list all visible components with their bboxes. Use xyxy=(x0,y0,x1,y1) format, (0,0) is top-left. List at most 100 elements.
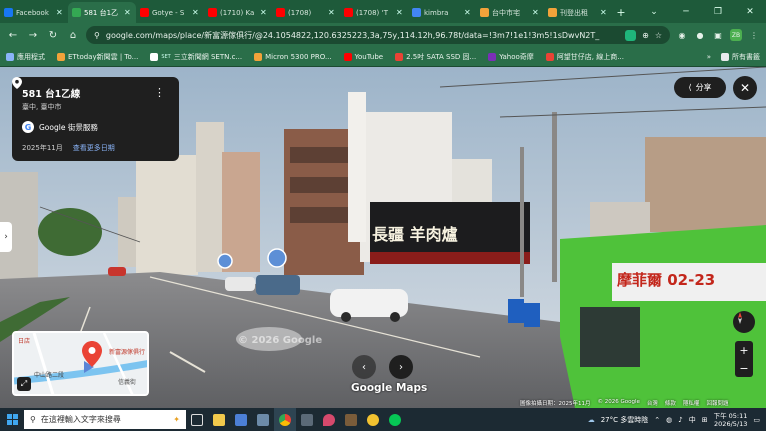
new-tab-button[interactable]: + xyxy=(612,2,630,23)
zoom-in-button[interactable]: + xyxy=(739,344,748,357)
browser-tab[interactable]: 刊登出租 ✕ xyxy=(544,2,612,23)
all-bookmarks-label: 所有書籤 xyxy=(732,52,760,61)
tab-close-icon[interactable]: ✕ xyxy=(328,8,336,17)
weather-text[interactable]: 27°C 多雲時陰 xyxy=(601,415,649,425)
tab-close-icon[interactable]: ✕ xyxy=(192,8,200,17)
tab-close-icon[interactable]: ✕ xyxy=(464,8,472,17)
close-window-button[interactable]: ✕ xyxy=(734,0,766,23)
extension-2-icon[interactable]: ● xyxy=(694,29,706,41)
bookmark-label: 應用程式 xyxy=(17,52,45,61)
all-bookmarks-button[interactable]: 所有書籤 xyxy=(721,52,760,62)
bookmark-item[interactable]: Yahoo奇摩 xyxy=(488,52,534,62)
next-arrow-button[interactable]: › xyxy=(389,355,413,379)
reload-button[interactable]: ↻ xyxy=(46,30,60,41)
minimap-expand-icon[interactable]: ⤢ xyxy=(17,377,31,391)
notifications-icon[interactable]: ▭ xyxy=(753,416,760,424)
extension-1-icon[interactable]: ◉ xyxy=(676,29,688,41)
media-app-icon[interactable] xyxy=(340,408,362,431)
site-info-icon[interactable]: ⚲ xyxy=(94,31,100,40)
browser-menu-icon[interactable]: ⋮ xyxy=(748,29,760,41)
expand-side-panel-button[interactable]: › xyxy=(0,222,12,252)
bookmark-item[interactable]: SET 三立新聞網 SETN.c... xyxy=(150,52,242,62)
tab-close-icon[interactable]: ✕ xyxy=(532,8,540,17)
browser-tab[interactable]: (1708) ‘T ✕ xyxy=(340,2,408,23)
taskbar-search-box[interactable]: ⚲ 在這裡輸入文字來搜尋 ✦ xyxy=(24,410,186,429)
zoom-out-button[interactable]: − xyxy=(739,362,748,375)
minimap-label-top: 日店 xyxy=(18,338,31,345)
minimap-place-label: 新富源傢俱行 xyxy=(109,349,146,356)
profile-avatar[interactable]: ZB xyxy=(730,29,742,41)
start-button[interactable] xyxy=(0,408,24,431)
bookmark-item[interactable]: Micron 5300 PRO... xyxy=(254,52,332,61)
zoom-icon[interactable]: ⊕ xyxy=(642,31,649,40)
browser-tab[interactable]: kimbra ✕ xyxy=(408,2,476,23)
map-footer-item[interactable]: 回報問題 xyxy=(706,399,728,407)
red-pin-icon xyxy=(82,341,102,367)
minimize-button[interactable]: ─ xyxy=(670,0,702,23)
close-street-view-button[interactable]: ✕ xyxy=(733,76,757,100)
tab-close-icon[interactable]: ✕ xyxy=(260,8,268,17)
street-view-panorama[interactable]: 長疆 羊肉爐 摩菲爾 02-23 © 2026 Google 581 台1乙線 … xyxy=(0,67,766,408)
bookmark-label: YouTube xyxy=(354,52,384,61)
tab-close-icon[interactable]: ✕ xyxy=(56,8,64,17)
task-view-icon[interactable] xyxy=(186,408,208,431)
compass-icon[interactable] xyxy=(733,311,755,333)
previous-arrow-button[interactable]: ‹ xyxy=(352,355,376,379)
extensions-puzzle-icon[interactable]: ▣ xyxy=(712,29,724,41)
maps-pin-app-icon[interactable] xyxy=(318,408,340,431)
browser-tab[interactable]: 台中市宅 ✕ xyxy=(476,2,544,23)
home-button[interactable]: ⌂ xyxy=(66,30,80,41)
tab-close-icon[interactable]: ✕ xyxy=(124,8,132,17)
tray-overflow-icon[interactable]: ⌃ xyxy=(654,416,660,424)
browser-tab[interactable]: Gotye - S ✕ xyxy=(136,2,204,23)
bookmarks-overflow-button[interactable]: » xyxy=(707,53,711,61)
network-app-icon[interactable] xyxy=(230,408,252,431)
tab-strip: Facebook ✕ 581 台1乙 ✕ Gotye - S ✕ (1710) Ka ✕ (17… xyxy=(0,0,766,23)
bookmark-item[interactable]: 2.5吋 SATA SSD 固... xyxy=(395,52,476,62)
share-button[interactable]: ⟨ 分享 xyxy=(674,77,726,98)
translate-icon[interactable] xyxy=(625,29,637,41)
browser-tab[interactable]: (1710) Ka ✕ xyxy=(204,2,272,23)
screen-capture-icon[interactable] xyxy=(252,408,274,431)
browser-tab[interactable]: 581 台1乙 ✕ xyxy=(68,2,136,23)
browser-tab[interactable]: (1708) ✕ xyxy=(272,2,340,23)
chrome-icon[interactable] xyxy=(274,408,296,431)
tab-label: (1708) xyxy=(288,8,312,17)
tab-label: Facebook xyxy=(16,8,49,17)
calculator-icon[interactable] xyxy=(296,408,318,431)
sticky-app-icon[interactable] xyxy=(362,408,384,431)
bookmark-favicon-icon xyxy=(254,52,263,61)
bookmark-item[interactable]: YouTube xyxy=(343,52,384,61)
map-footer-item[interactable]: 隱私權 xyxy=(683,399,700,407)
back-button[interactable]: ← xyxy=(6,30,20,41)
volume-icon[interactable]: ♪ xyxy=(678,416,682,424)
forward-button[interactable]: → xyxy=(26,30,40,41)
map-footer-item[interactable]: 條款 xyxy=(665,399,676,407)
address-bar[interactable]: ⚲ google.com/maps/place/新富源傢俱行/@24.10548… xyxy=(86,26,670,44)
maximize-button[interactable]: ❐ xyxy=(702,0,734,23)
see-more-dates-link[interactable]: 查看更多日期 xyxy=(73,143,115,153)
taskbar-clock[interactable]: 下午 05:11 2026/5/13 xyxy=(714,412,748,428)
ime-indicator[interactable]: 中 xyxy=(689,415,696,425)
line-app-icon[interactable] xyxy=(384,408,406,431)
bookmark-item[interactable]: ETtoday新聞雲 | To... xyxy=(57,52,138,62)
minimap[interactable]: 日店 中山路二段 新富源傢俱行 信義街 ⤢ xyxy=(12,331,149,396)
bookmark-star-icon[interactable]: ☆ xyxy=(655,31,662,40)
bookmark-favicon-icon xyxy=(395,52,404,61)
tab-label: (1710) Ka xyxy=(220,8,255,17)
tab-close-icon[interactable]: ✕ xyxy=(396,8,404,17)
google-maps-logo: Google Maps xyxy=(351,382,428,394)
tab-search-icon[interactable]: ⌄ xyxy=(638,0,670,23)
tab-close-icon[interactable]: ✕ xyxy=(600,8,608,17)
tab-favicon-icon xyxy=(548,8,557,17)
ime-mode-icon[interactable]: ⊞ xyxy=(702,416,708,424)
file-explorer-icon[interactable] xyxy=(208,408,230,431)
bookmark-item[interactable]: 阿望甘仔店, 線上商... xyxy=(545,52,624,62)
location-pin-icon[interactable] xyxy=(12,77,22,89)
bookmark-item[interactable]: 應用程式 xyxy=(6,52,45,62)
search-highlight-icon: ✦ xyxy=(173,415,180,424)
more-options-icon[interactable]: ⋮ xyxy=(154,86,165,99)
network-icon[interactable]: ◍ xyxy=(666,416,672,424)
bookmark-label: 2.5吋 SATA SSD 固... xyxy=(406,52,477,61)
browser-tab[interactable]: Facebook ✕ xyxy=(0,2,68,23)
